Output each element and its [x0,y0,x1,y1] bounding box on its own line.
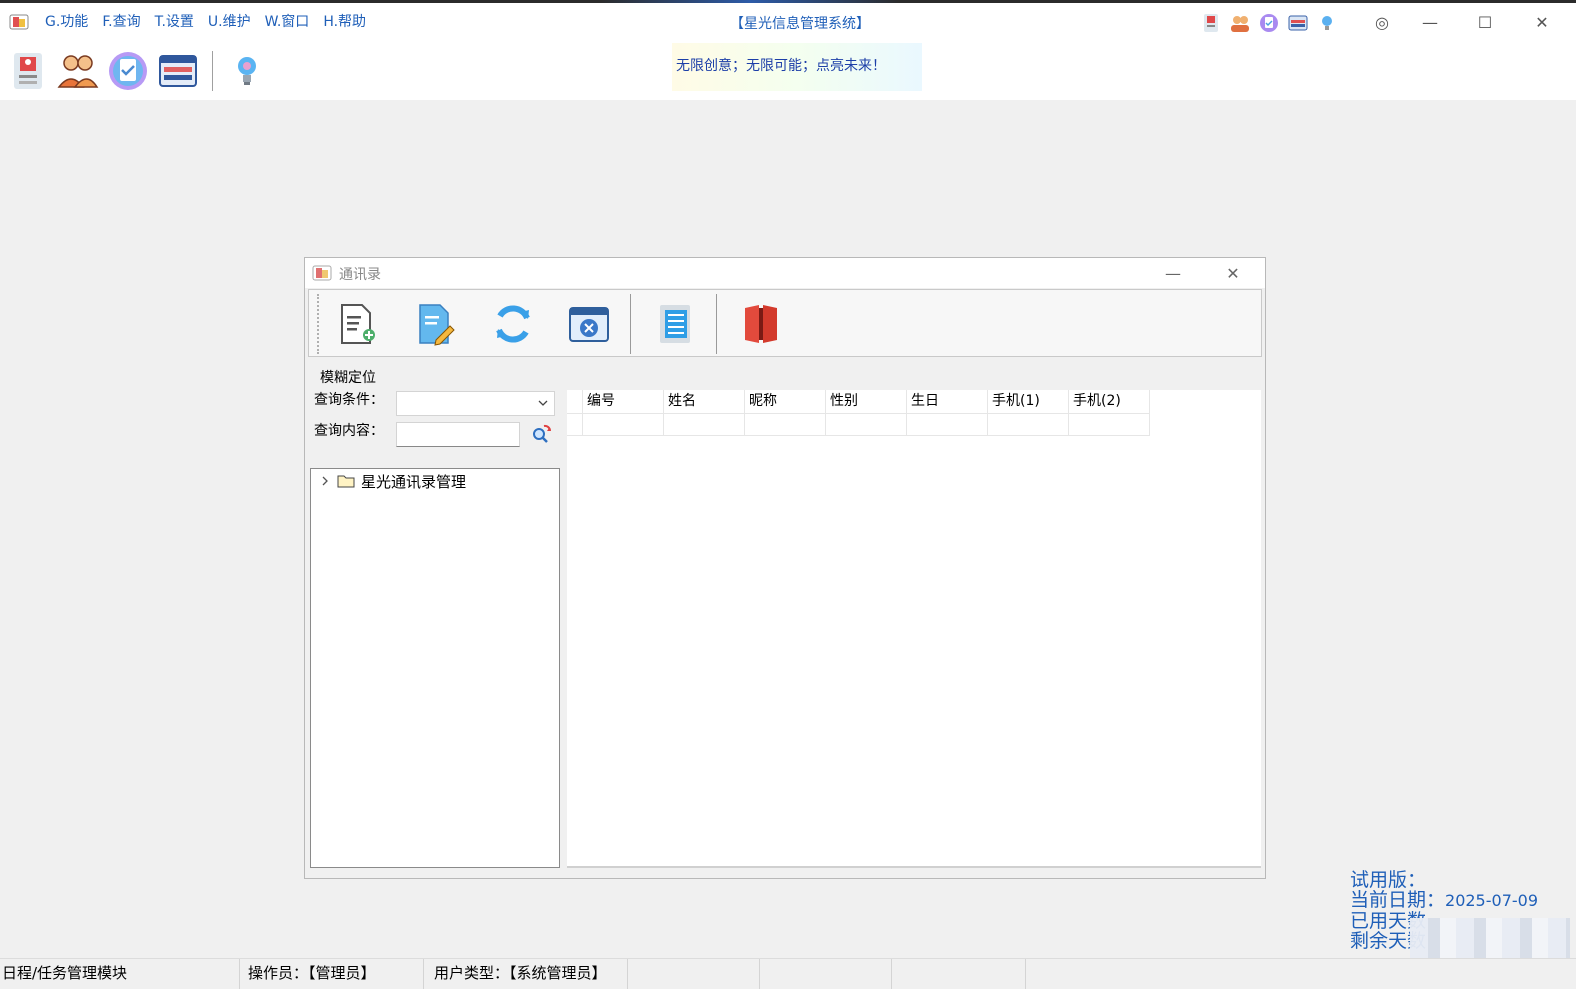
minimize-button[interactable]: — [1410,9,1450,35]
list-view-button[interactable] [651,300,699,348]
column-header-name[interactable]: 姓名 [664,390,745,414]
current-date-label: 当前日期： [1350,889,1446,911]
menu-settings[interactable]: T.设置 [148,11,201,33]
delete-record-button[interactable] [565,300,613,348]
status-empty-cell [760,959,892,989]
refresh-icon [496,305,530,343]
menu-help[interactable]: H.帮助 [316,11,373,33]
id-card-icon [14,53,42,89]
status-empty-cell [628,959,760,989]
toolbar-separator [212,51,213,91]
users-icon[interactable] [1229,12,1251,34]
status-module: 日程/任务管理模块 [0,959,240,989]
chevron-down-icon [538,400,548,406]
menu-function[interactable]: G.功能 [38,11,95,33]
toolbar-idcard-button[interactable] [6,49,50,93]
toolbar-grip[interactable] [317,294,319,354]
toolbar-separator [716,294,717,354]
query-condition-label: 查询条件： [314,392,384,408]
column-header-gender[interactable]: 性别 [826,390,907,414]
child-close-button[interactable]: ✕ [1213,262,1253,284]
trial-version-label: 试用版： [1350,869,1427,891]
chevron-right-icon[interactable] [319,475,331,487]
current-date-value: 2025-07-09 [1445,891,1538,910]
toolbar-users-button[interactable] [56,49,100,93]
close-button[interactable]: ✕ [1522,9,1562,35]
grid-corner-cell [567,390,583,414]
refresh-button[interactable] [489,300,537,348]
contacts-titlebar: 通讯录 — ✕ [305,258,1265,288]
contacts-window-title: 通讯录 [339,267,381,283]
tree-root-label: 星光通讯录管理 [361,472,467,491]
clipboard-check-icon [109,52,147,90]
toolbar-screen-button[interactable] [156,49,200,93]
table-row[interactable] [567,414,1150,436]
menu-bar: G.功能 F.查询 T.设置 U.维护 W.窗口 H.帮助 [38,11,373,33]
add-record-icon [341,304,375,344]
id-card-icon[interactable] [1200,12,1222,34]
screen-panel-icon [159,55,197,87]
status-empty-cell [892,959,1026,989]
menu-maintenance[interactable]: U.维护 [201,11,258,33]
exit-door-icon [745,305,777,343]
search-icon [533,424,551,443]
delete-record-icon [569,307,609,342]
exit-button[interactable] [737,300,785,348]
column-header-mobile2[interactable]: 手机(2) [1069,390,1150,414]
edit-record-button[interactable] [411,300,459,348]
contacts-toolbar [308,289,1262,357]
table-cell[interactable] [1069,414,1150,436]
contacts-grid[interactable]: 编号 姓名 昵称 性别 生日 手机(1) 手机(2) [567,390,1261,868]
settings-icon[interactable]: ◎ [1362,9,1402,35]
users-icon [57,55,99,88]
column-header-nickname[interactable]: 昵称 [745,390,826,414]
query-content-input[interactable] [396,422,520,447]
edit-record-icon [419,304,455,346]
table-cell[interactable] [745,414,826,436]
query-condition-select[interactable] [396,391,555,416]
contacts-tree[interactable]: 星光通讯录管理 [310,468,560,868]
column-header-mobile1[interactable]: 手机(1) [988,390,1069,414]
app-title: 【星光信息管理系统】 [730,16,870,32]
status-operator: 操作员：【管理员】 [244,959,424,989]
screen-panel-icon[interactable] [1287,12,1309,34]
status-bar: 日程/任务管理模块 操作员：【管理员】 用户类型：【系统管理员】 [0,958,1576,989]
app-logo-icon [9,14,29,30]
list-view-icon [660,305,690,343]
table-cell[interactable] [988,414,1069,436]
table-cell[interactable] [583,414,664,436]
row-header-cell[interactable] [567,414,583,436]
search-button[interactable] [528,422,554,446]
menu-window[interactable]: W.窗口 [258,11,317,33]
main-titlebar: G.功能 F.查询 T.设置 U.维护 W.窗口 H.帮助 【星光信息管理系统】… [0,3,1576,100]
folder-icon [337,475,355,488]
fuzzy-locate-group-title: 模糊定位 [320,370,376,386]
lightbulb-icon[interactable] [1316,12,1338,34]
add-record-button[interactable] [333,300,381,348]
maximize-button[interactable]: ☐ [1465,9,1505,35]
app-logo-icon [312,265,332,281]
main-toolbar [6,49,269,93]
column-header-id[interactable]: 编号 [583,390,664,414]
tree-root-node[interactable]: 星光通讯录管理 [319,471,466,491]
toolbar-tasks-button[interactable] [106,49,150,93]
clipboard-check-icon[interactable] [1258,12,1280,34]
child-minimize-button[interactable]: — [1153,262,1193,284]
column-header-birthday[interactable]: 生日 [907,390,988,414]
toolbar-idea-button[interactable] [225,49,269,93]
status-user-type: 用户类型：【系统管理员】 [430,959,628,989]
table-cell[interactable] [826,414,907,436]
query-content-label: 查询内容： [314,423,384,439]
slogan-banner: 无限创意；无限可能；点亮未来！ [672,43,922,91]
quick-icons [1200,12,1338,34]
lightbulb-icon [238,57,256,85]
menu-query[interactable]: F.查询 [95,11,147,33]
table-cell[interactable] [907,414,988,436]
contacts-window: 通讯录 — ✕ 模糊定位 查询条件： 查询内容： 星光通讯录管理 编号 姓名 昵… [304,257,1266,879]
toolbar-separator [630,294,631,354]
grid-header: 编号 姓名 昵称 性别 生日 手机(1) 手机(2) [567,390,1150,414]
table-cell[interactable] [664,414,745,436]
